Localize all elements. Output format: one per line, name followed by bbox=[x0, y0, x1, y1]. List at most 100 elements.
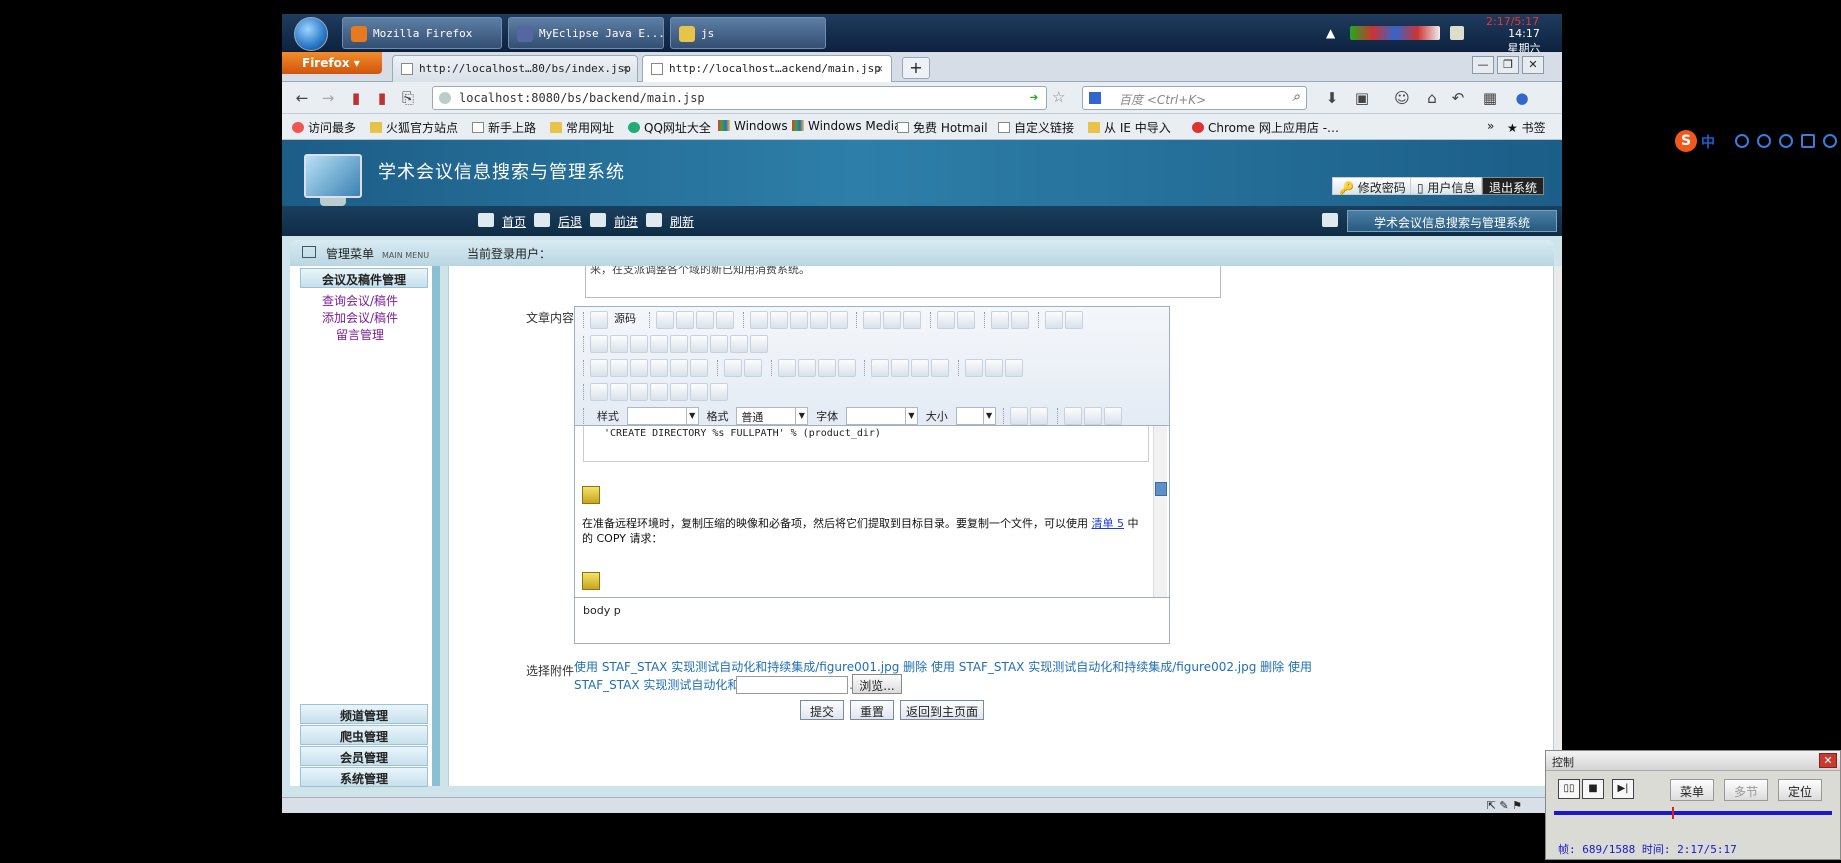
align-right-icon[interactable] bbox=[911, 359, 930, 377]
strike-icon[interactable] bbox=[650, 359, 668, 377]
replace-icon[interactable] bbox=[1011, 311, 1030, 329]
size-select[interactable]: ▼ bbox=[955, 407, 996, 425]
justify-icon[interactable] bbox=[931, 359, 950, 377]
bookmark-chrome-store[interactable]: Chrome 网上应用店 -… bbox=[1192, 119, 1339, 136]
textfield-icon[interactable] bbox=[650, 335, 668, 353]
logout-button[interactable]: 退出系统 bbox=[1482, 177, 1545, 195]
change-password-button[interactable]: 🔑 修改密码 bbox=[1332, 177, 1413, 195]
form-icon[interactable] bbox=[590, 335, 608, 353]
div-icon[interactable] bbox=[837, 359, 856, 377]
source-icon[interactable] bbox=[590, 311, 608, 329]
checkbox-icon[interactable] bbox=[610, 335, 628, 353]
cut-icon[interactable] bbox=[749, 311, 768, 329]
copy-icon[interactable] bbox=[769, 311, 788, 329]
maximize-icon[interactable] bbox=[1064, 407, 1083, 425]
undo-icon[interactable] bbox=[937, 311, 956, 329]
screenshot-icon[interactable]: ▣ bbox=[1352, 89, 1372, 107]
more-bookmarks-icon[interactable]: » bbox=[1487, 119, 1494, 133]
bookmark-custom-links[interactable]: 自定义链接 bbox=[998, 119, 1074, 136]
close-icon[interactable]: ✕ bbox=[1819, 753, 1837, 768]
sidebar-section-members[interactable]: 会员管理 bbox=[300, 746, 428, 766]
show-blocks-icon[interactable] bbox=[1084, 407, 1103, 425]
bold-icon[interactable] bbox=[590, 359, 608, 377]
history-icon[interactable]: ↶ bbox=[1448, 89, 1468, 107]
nav-refresh-link[interactable]: 刷新 bbox=[670, 213, 694, 230]
bookmark-common-sites[interactable]: 常用网址 bbox=[550, 119, 614, 136]
pause-icon[interactable]: ▯▯ bbox=[1558, 779, 1580, 799]
blockquote-icon[interactable] bbox=[817, 359, 836, 377]
sidebar-section-conference[interactable]: 会议及稿件管理 bbox=[300, 268, 428, 288]
reset-button[interactable]: 重置 bbox=[850, 700, 894, 720]
keyboard-icon[interactable] bbox=[1801, 134, 1815, 148]
addon-icon[interactable]: ☺ bbox=[1392, 89, 1412, 107]
listing-link[interactable]: 清单 5 bbox=[1092, 517, 1125, 530]
bookmark-getting-started[interactable]: 新手上路 bbox=[472, 119, 536, 136]
about-icon[interactable] bbox=[1104, 407, 1123, 425]
bookmark-windows[interactable]: Windows bbox=[718, 119, 788, 133]
horizontal-rule-icon[interactable] bbox=[650, 383, 668, 401]
task-firefox[interactable]: Mozilla Firefox bbox=[342, 17, 502, 49]
locate-button[interactable]: 定位 bbox=[1778, 779, 1822, 801]
preview-icon[interactable] bbox=[695, 311, 714, 329]
close-icon[interactable]: ✕ bbox=[622, 62, 629, 75]
link-icon[interactable] bbox=[965, 359, 984, 377]
smiley-icon[interactable] bbox=[670, 383, 688, 401]
sidebar-item-query[interactable]: 查询会议/稿件 bbox=[290, 292, 430, 309]
spellcheck-menu-icon[interactable] bbox=[903, 311, 922, 329]
redo-icon[interactable] bbox=[957, 311, 976, 329]
save-icon[interactable] bbox=[655, 311, 674, 329]
bookmark-qq[interactable]: QQ网址大全 bbox=[628, 119, 711, 136]
nav-back-link[interactable]: 后退 bbox=[558, 213, 582, 230]
sync-icon[interactable]: ● bbox=[1512, 89, 1532, 107]
hidden-field-icon[interactable] bbox=[750, 335, 768, 353]
new-tab-button[interactable]: + bbox=[902, 57, 930, 79]
button-icon[interactable] bbox=[710, 335, 728, 353]
close-icon[interactable]: ✕ bbox=[876, 62, 883, 75]
format-select[interactable]: 普通 ▼ bbox=[736, 407, 809, 425]
superscript-icon[interactable] bbox=[690, 359, 708, 377]
bookmarks-menu[interactable]: ★ 书签 bbox=[1507, 119, 1546, 136]
browse-button[interactable]: 浏览... bbox=[852, 674, 902, 694]
textarea-icon[interactable] bbox=[670, 335, 688, 353]
bg-color-icon[interactable] bbox=[1030, 407, 1049, 425]
addon-bar-icons[interactable]: ⇱ ✎ ⚑ bbox=[1487, 799, 1522, 812]
sidebar-section-crawler[interactable]: 爬虫管理 bbox=[300, 725, 428, 745]
font-select[interactable]: ▼ bbox=[845, 407, 918, 425]
align-left-icon[interactable] bbox=[871, 359, 890, 377]
next-frame-icon[interactable]: ▶| bbox=[1612, 779, 1634, 799]
star-icon[interactable]: ☆ bbox=[1052, 88, 1065, 106]
bookmark-most-visited[interactable]: 访问最多 bbox=[292, 119, 356, 136]
underline-icon[interactable] bbox=[630, 359, 648, 377]
table-icon[interactable] bbox=[630, 383, 648, 401]
tab-index[interactable]: http://localhost…80/bs/index.jsp ✕ bbox=[392, 55, 638, 82]
editor-scrollbar[interactable] bbox=[1153, 426, 1167, 597]
editor-content-area[interactable]: 'CREATE DIRECTORY %s FULLPATH' % (produc… bbox=[575, 425, 1169, 597]
download-icon[interactable]: ⬇ bbox=[1322, 89, 1342, 107]
clock[interactable]: 2:17/5:17 14:17 星期六 bbox=[1486, 15, 1550, 56]
templates-icon[interactable] bbox=[715, 311, 734, 329]
go-icon[interactable]: ➜ bbox=[1030, 90, 1038, 106]
paste-word-icon[interactable] bbox=[829, 311, 848, 329]
page-icon[interactable]: ⎘ bbox=[398, 89, 418, 107]
paste-icon[interactable] bbox=[789, 311, 808, 329]
ime-mode[interactable]: 中 bbox=[1701, 132, 1715, 152]
scrollbar-thumb[interactable] bbox=[1155, 482, 1167, 496]
select-icon[interactable] bbox=[690, 335, 708, 353]
home-icon[interactable]: ⌂ bbox=[1422, 89, 1442, 107]
new-page-icon[interactable] bbox=[675, 311, 694, 329]
numbered-list-icon[interactable] bbox=[723, 359, 742, 377]
remove-format-icon[interactable] bbox=[1064, 311, 1083, 329]
firefox-menu-button[interactable]: Firefox ▾ bbox=[282, 52, 382, 74]
print-icon[interactable] bbox=[863, 311, 882, 329]
bookmark-icon[interactable]: ▮ bbox=[346, 89, 366, 107]
emoji-icon[interactable] bbox=[1757, 134, 1771, 148]
task-folder-js[interactable]: js bbox=[670, 17, 826, 49]
indent-icon[interactable] bbox=[797, 359, 816, 377]
align-center-icon[interactable] bbox=[891, 359, 910, 377]
spellcheck-icon[interactable] bbox=[883, 311, 902, 329]
maximize-button[interactable]: ❐ bbox=[1497, 56, 1519, 74]
bookmark-windows-media[interactable]: Windows Media bbox=[792, 119, 901, 133]
punctuation-icon[interactable] bbox=[1735, 134, 1749, 148]
sogou-logo-icon[interactable]: S bbox=[1675, 130, 1697, 152]
apps-icon[interactable]: ▦ bbox=[1480, 89, 1500, 107]
